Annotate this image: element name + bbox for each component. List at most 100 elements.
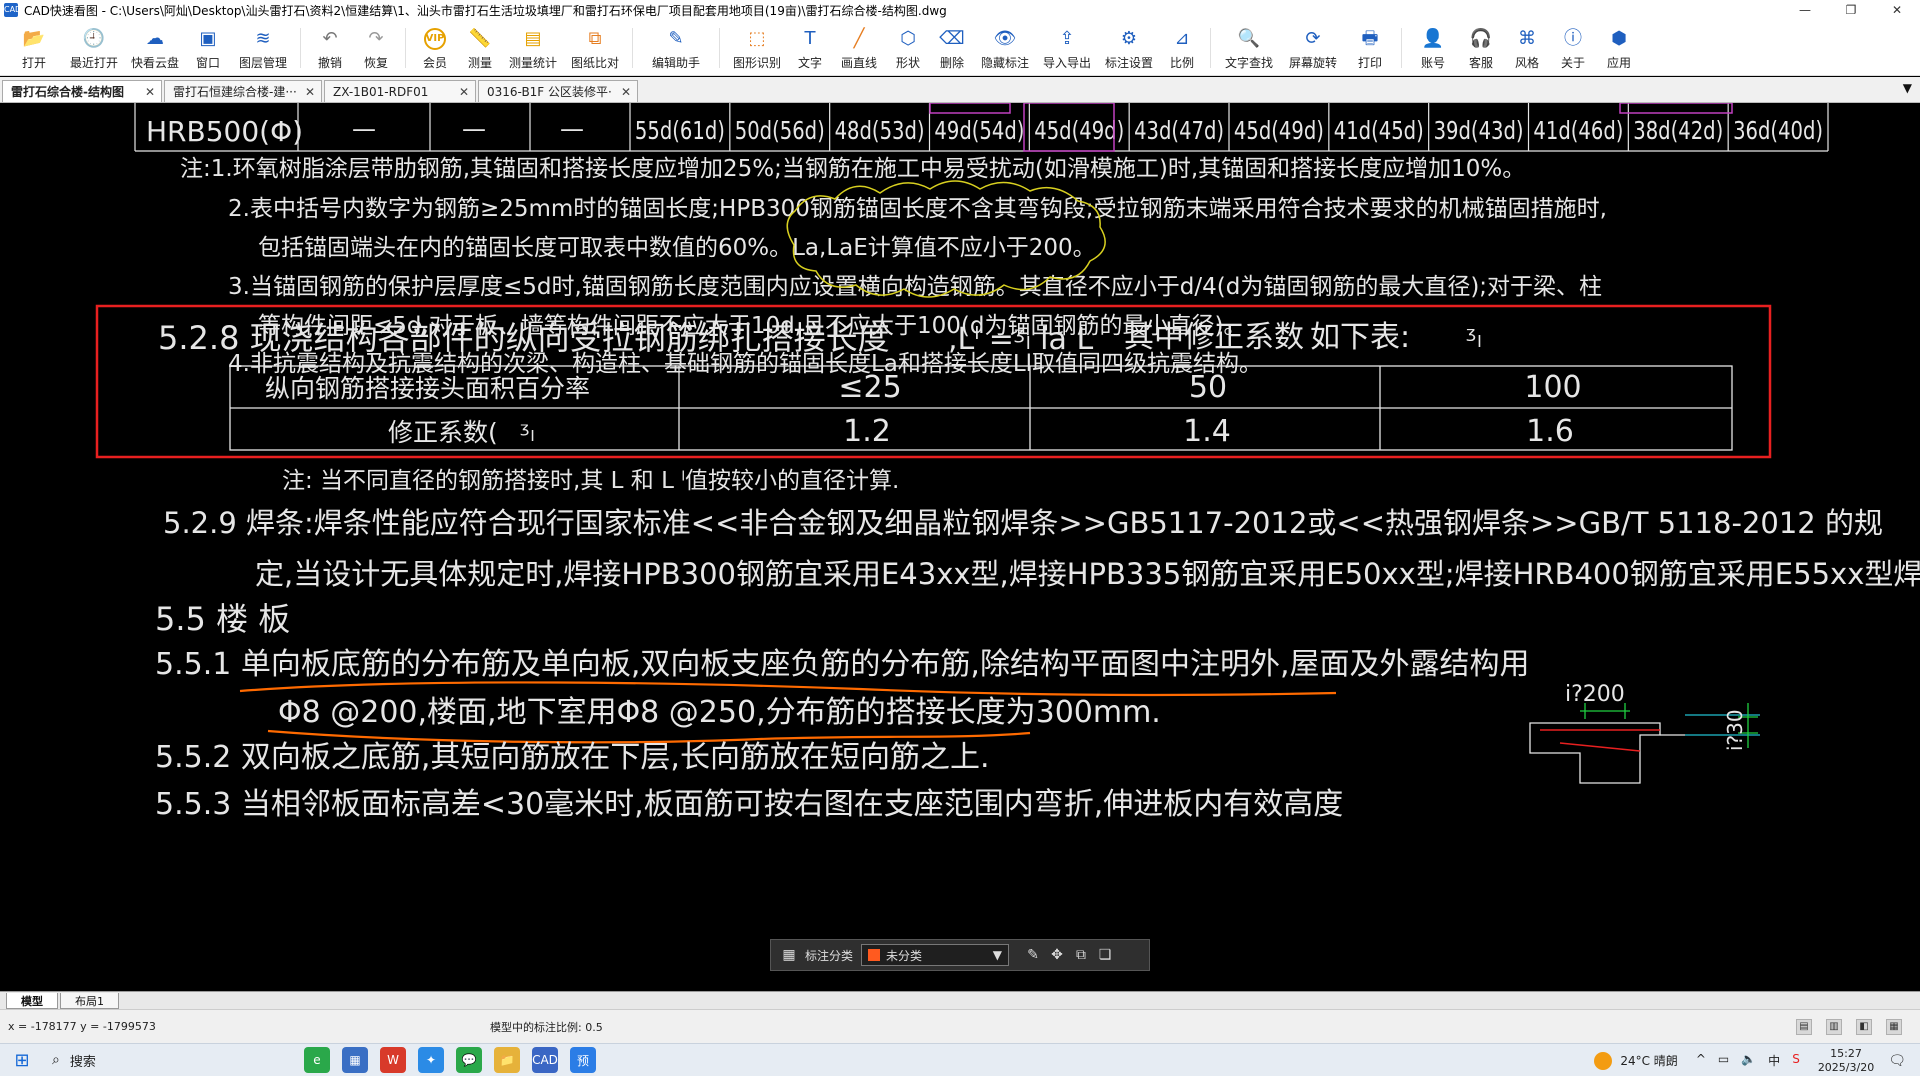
sogou-ime-icon[interactable]: S	[1792, 1052, 1800, 1069]
tab-dropdown-icon[interactable]: ▼	[1903, 81, 1912, 95]
tab-close-icon[interactable]: ✕	[145, 85, 155, 99]
toolbar-redo-button[interactable]: ↷ 恢复	[353, 20, 399, 76]
drawing-canvas[interactable]: 55d(61d) 50d(56d) 48d(53d) 49d(54d) 45d(49d)…	[0, 103, 1920, 991]
toolbar-window-button[interactable]: ▣ 窗口	[184, 20, 232, 76]
start-button[interactable]: ⊞	[0, 1050, 44, 1071]
toolbar-hide-annot-button[interactable]: 👁 隐藏标注	[974, 20, 1036, 76]
grid-icon[interactable]: ▦	[777, 947, 801, 963]
toolbar-service-button[interactable]: 🎧 客服	[1458, 20, 1504, 76]
tab-close-icon[interactable]: ✕	[305, 85, 315, 99]
tab-close-icon[interactable]: ✕	[621, 85, 631, 99]
paste-icon[interactable]: ❏	[1093, 947, 1117, 963]
toolbar-separator	[300, 28, 301, 68]
document-tab[interactable]: 雷打石恒建综合楼-建··· ✕	[164, 80, 322, 102]
toolbar-account-label: 账号	[1420, 56, 1445, 70]
status-layer-icon[interactable]: ▤	[1796, 1018, 1812, 1035]
search-icon: ⌕	[52, 1052, 60, 1068]
file-explorer-icon[interactable]: 📁	[494, 1047, 520, 1073]
status-print-icon[interactable]: ▥	[1826, 1018, 1842, 1035]
toolbar-recent-button[interactable]: 🕘 最近打开	[62, 20, 126, 76]
copy-icon[interactable]: ⧉	[1069, 947, 1093, 963]
taskbar-clock[interactable]: 15:27 2025/3/20	[1818, 1047, 1874, 1075]
taskbar-search[interactable]: ⌕ 搜索	[44, 1046, 244, 1074]
toolbar-print-button[interactable]: 🖶 打印	[1345, 20, 1395, 76]
toolbar-scale-button[interactable]: ⊿ 比例	[1160, 20, 1204, 76]
calculator-icon[interactable]: ▦	[342, 1047, 368, 1073]
tray-chevron-icon[interactable]: ^	[1696, 1052, 1706, 1069]
window-icon: ▣	[199, 28, 217, 49]
toolbar-cloud-button[interactable]: ☁ 快看云盘	[126, 20, 184, 76]
volume-icon[interactable]: 🔈	[1741, 1052, 1756, 1069]
edit-icon[interactable]: ✎	[1021, 947, 1045, 963]
toolbar-vip-label: 会员	[422, 56, 447, 70]
toolbar-window-label: 窗口	[195, 56, 220, 70]
toolbar-text-button[interactable]: T 文字	[788, 20, 832, 76]
compare-icon: ⧉	[588, 28, 602, 49]
toolbar-vip-button[interactable]: VIP 会员	[412, 20, 458, 76]
toolbar-undo-button[interactable]: ↶ 撤销	[307, 20, 353, 76]
browser-icon[interactable]: e	[304, 1047, 330, 1073]
toolbar-delete-button[interactable]: ⌫ 删除	[930, 20, 974, 76]
document-tab-label: 雷打石恒建综合楼-建···	[173, 85, 297, 99]
annotation-category-label: 标注分类	[805, 948, 854, 963]
toolbar-edit-helper-button[interactable]: ✎ 编辑助手	[639, 20, 713, 76]
toolbar-compare-label: 图纸比对	[570, 56, 619, 70]
toolbar-text-search-button[interactable]: 🔍 文字查找	[1217, 20, 1281, 76]
status-grid-icon[interactable]: ▦	[1886, 1018, 1902, 1035]
cad-viewer-icon[interactable]: CAD	[532, 1047, 558, 1073]
preview-app-icon[interactable]: 预	[570, 1047, 596, 1073]
toolbar-shape-button[interactable]: ⬡ 形状	[886, 20, 930, 76]
toolbar-import-export-button[interactable]: ⇪ 导入导出	[1036, 20, 1098, 76]
document-tab[interactable]: 0316-B1F 公区装修平··· ✕	[478, 80, 638, 102]
move-icon[interactable]: ✥	[1045, 947, 1069, 963]
toolbar-account-button[interactable]: 👤 账号	[1408, 20, 1458, 76]
tab-close-icon[interactable]: ✕	[459, 85, 469, 99]
app-window: CAD CAD快速看图 - C:\Users\阿灿\Desktop\汕头雷打石\…	[0, 0, 1920, 1076]
top-table-value: 55d(61d)	[635, 116, 725, 145]
app-store-icon[interactable]: ✦	[418, 1047, 444, 1073]
main-toolbar: 📂 打开 🕘 最近打开 ☁ 快看云盘 ▣ 窗口 ≋ 图层管理 ↶ 撤销 ↷ 恢复 VIP 会员 📏 测量 ▤ 测量统计…	[0, 20, 1920, 76]
toolbar-delete-label: 删除	[939, 56, 964, 70]
chevron-down-icon: ▼	[992, 948, 1003, 962]
status-view-icon[interactable]: ◧	[1856, 1018, 1872, 1035]
toolbar-style-button[interactable]: ⌘ 风格	[1504, 20, 1550, 76]
notification-icon[interactable]: 🗨	[1888, 1053, 1906, 1069]
document-tabs: 雷打石综合楼-结构图 ✕ 雷打石恒建综合楼-建··· ✕ ZX-1B01-RDF01 ✕ 0…	[0, 77, 1920, 103]
toolbar-style-label: 风格	[1514, 56, 1539, 70]
toolbar-line-button[interactable]: ╱ 画直线	[832, 20, 886, 76]
ime-indicator[interactable]: 中	[1768, 1052, 1780, 1069]
document-tab[interactable]: ZX-1B01-RDF01 ✕	[324, 80, 476, 102]
toolbar-compare-button[interactable]: ⧉ 图纸比对	[564, 20, 626, 76]
toolbar-apps-button[interactable]: ⬢ 应用	[1596, 20, 1642, 76]
layout-tab[interactable]: 模型	[6, 993, 58, 1009]
toolbar-layers-label: 图层管理	[238, 56, 287, 70]
toolbar-rotate-button[interactable]: ⟳ 屏幕旋转	[1281, 20, 1345, 76]
toolbar-separator	[1401, 28, 1402, 68]
toolbar-apps-label: 应用	[1606, 56, 1631, 70]
restore-button[interactable]: ❐	[1828, 0, 1874, 20]
toolbar-annot-settings-button[interactable]: ⚙ 标注设置	[1098, 20, 1160, 76]
annotation-category-select[interactable]: 未分类 ▼	[861, 944, 1010, 966]
toolbar-layers-button[interactable]: ≋ 图层管理	[232, 20, 294, 76]
line-icon: ╱	[853, 28, 865, 49]
toolbar-separator	[1210, 28, 1211, 68]
note-line-3: 包括锚固端头在内的锚固长度可取表中数值的60%。La,LaE计算值不应小于200…	[258, 235, 1096, 261]
toolbar-shape-label: 形状	[895, 56, 920, 70]
toolbar-measure-button[interactable]: 📏 测量	[458, 20, 502, 76]
minimize-button[interactable]: —	[1782, 0, 1828, 20]
weather-text[interactable]: 24°C 晴朗	[1620, 1052, 1677, 1069]
recent-icon: 🕘	[82, 28, 106, 49]
document-tab-label: 雷打石综合楼-结构图	[11, 85, 124, 99]
network-icon[interactable]: ▭	[1718, 1052, 1729, 1069]
toolbar-open-button[interactable]: 📂 打开	[6, 20, 62, 76]
toolbar-recognize-button[interactable]: ⬚ 图形识别	[726, 20, 788, 76]
toolbar-measure-stats-button[interactable]: ▤ 测量统计	[502, 20, 564, 76]
close-button[interactable]: ✕	[1874, 0, 1920, 20]
top-table-value: 41d(46d)	[1533, 116, 1623, 145]
style-icon: ⌘	[1518, 28, 1536, 49]
wps-icon[interactable]: W	[380, 1047, 406, 1073]
toolbar-about-button[interactable]: ⓘ 关于	[1550, 20, 1596, 76]
document-tab[interactable]: 雷打石综合楼-结构图 ✕	[2, 80, 162, 102]
wechat-icon[interactable]: 💬	[456, 1047, 482, 1073]
layout-tab[interactable]: 布局1	[60, 993, 119, 1009]
